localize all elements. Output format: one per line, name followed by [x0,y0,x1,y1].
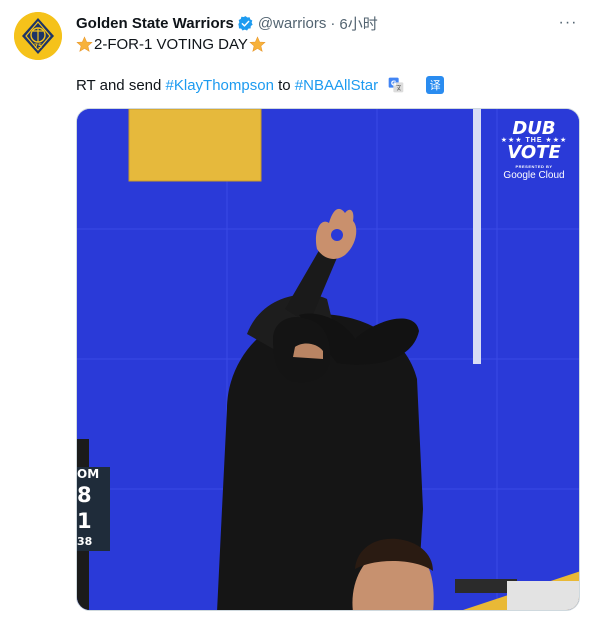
sponsor-name: Google Cloud [503,170,565,181]
voting-day-text: 2-FOR-1 VOTING DAY [94,36,248,53]
presented-by-text: PRESENTED BY [515,164,553,169]
star-emoji-icon [249,36,266,52]
scoreboard: OM 8 1 38 [77,467,110,551]
google-translate-icon[interactable]: G [388,77,404,93]
translate-button[interactable]: 译 [426,76,445,94]
tweet[interactable]: 75 Golden State Warriors @warriors · 6小时… [0,0,593,624]
warriors-logo-icon: 75 [14,12,62,60]
hashtag-klaythompson[interactable]: #KlayThompson [166,77,274,94]
more-options-icon[interactable]: ··· [557,12,579,34]
scoreboard-b: 1 [77,509,92,533]
logo-dub: DUB [512,118,556,139]
text-prefix: RT and send [76,76,166,94]
author-handle[interactable]: @warriors [258,15,327,32]
logo-vote: VOTE [507,142,561,163]
timestamp[interactable]: 6小时 [339,13,377,34]
text-middle: to [273,76,295,94]
svg-text:G: G [391,79,396,87]
scoreboard-bottom: 38 [77,535,93,548]
svg-text:75: 75 [34,43,42,50]
verified-badge-icon[interactable] [237,15,254,32]
separator-dot: · [330,14,336,32]
tweet-text-line2: RT and send #KlayThompson to #NBAAllStar… [76,76,445,94]
scoreboard-top: OM [77,467,100,481]
star-emoji-icon [76,36,93,52]
avatar[interactable]: 75 [14,12,62,60]
tweet-header: Golden State Warriors @warriors · 6小时 ··… [76,12,579,34]
tweet-text-line1: 2-FOR-1 VOTING DAY [76,36,266,53]
dub-the-vote-logo: DUB ★★★ THE ★★★ VOTE PRESENTED BY Google… [499,118,569,182]
scoreboard-a: 8 [77,483,92,507]
hashtag-nbaallstar[interactable]: #NBAAllStar [295,77,378,94]
tweet-media-video[interactable]: DUB ★★★ THE ★★★ VOTE PRESENTED BY Google… [76,108,580,611]
author-name[interactable]: Golden State Warriors [76,15,234,32]
video-frame [77,109,579,610]
